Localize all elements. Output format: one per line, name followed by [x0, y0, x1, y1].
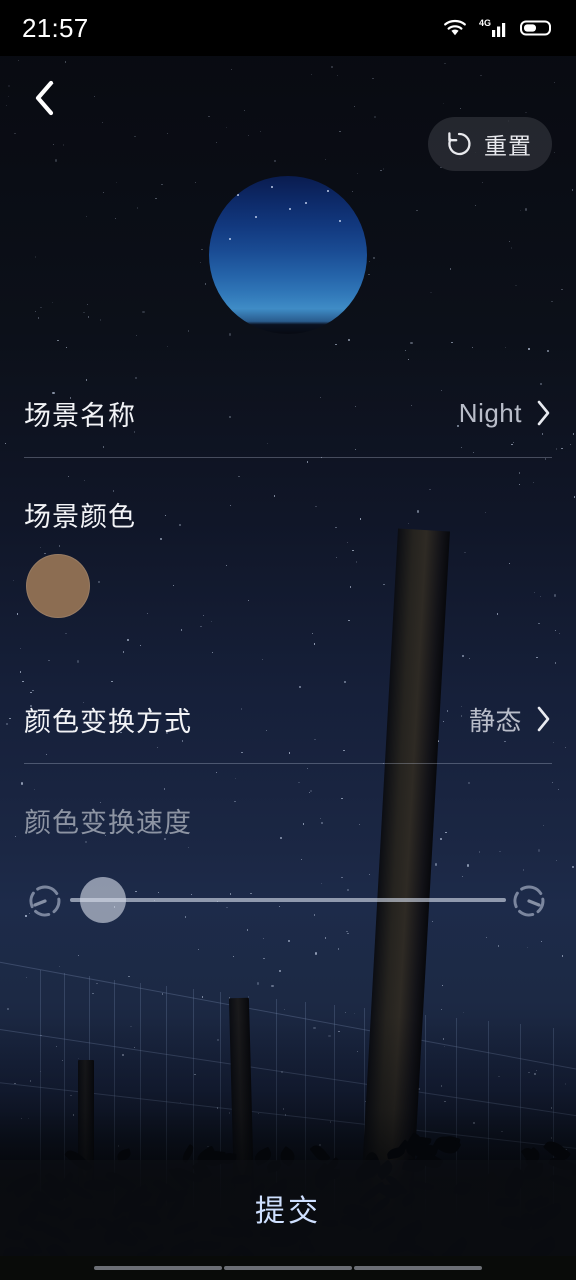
submit-button-label: 提交 [255, 1195, 321, 1228]
slider-track[interactable] [70, 898, 506, 902]
back-button[interactable] [18, 72, 70, 124]
chevron-right-icon [537, 706, 550, 732]
nav-segment-recents[interactable] [354, 1266, 482, 1270]
divider-scene-name [24, 457, 552, 458]
row-color-speed: 颜色变换速度 [24, 800, 552, 840]
row-scene-color: 场景颜色 [24, 494, 552, 534]
color-mode-value: 静态 [468, 705, 522, 736]
speed-fast-gauge-icon [513, 885, 545, 917]
scene-color-swatch[interactable] [26, 554, 90, 618]
row-color-mode[interactable]: 颜色变换方式 静态 [24, 698, 552, 740]
reset-button-label: 重置 [484, 133, 532, 159]
submit-button[interactable]: 提交 [0, 1160, 576, 1256]
color-speed-label: 颜色变换速度 [24, 807, 192, 838]
scene-color-label: 场景颜色 [24, 501, 136, 532]
status-clock: 21:57 [22, 12, 89, 43]
wifi-icon [444, 19, 466, 36]
chevron-left-icon [35, 80, 54, 116]
scene-name-value: Night [458, 397, 522, 428]
row-scene-name[interactable]: 场景名称 Night [24, 392, 552, 434]
color-mode-label: 颜色变换方式 [24, 706, 192, 737]
color-mode-value-group: 静态 [469, 701, 552, 738]
color-speed-slider[interactable] [0, 876, 576, 924]
battery-icon [520, 20, 551, 36]
4g-signal-icon: 4G [479, 18, 506, 37]
status-icons: 4G [442, 17, 554, 39]
reset-button[interactable]: 重置 [428, 117, 552, 171]
scene-name-value-group: Night [459, 398, 552, 429]
slider-thumb[interactable] [80, 877, 126, 923]
status-bar: 21:57 4G [0, 0, 576, 56]
nav-segment-home[interactable] [224, 1266, 352, 1270]
chevron-right-icon [537, 400, 550, 426]
speed-slow-gauge-icon [29, 885, 61, 917]
phone-screen: 21:57 4G 重置 场景名称 Night 场景颜色 颜色变换方式 静态 颜色… [0, 0, 576, 1280]
network-type-label: 4G [479, 18, 491, 28]
reset-refresh-icon [448, 132, 471, 156]
scene-name-label: 场景名称 [24, 400, 136, 431]
settings-content: 场景名称 Night 场景颜色 颜色变换方式 静态 颜色变换速度 [0, 0, 576, 1280]
nav-segment-back[interactable] [94, 1266, 222, 1270]
divider-color-mode [24, 763, 552, 764]
system-navigation-bar [0, 1256, 576, 1280]
